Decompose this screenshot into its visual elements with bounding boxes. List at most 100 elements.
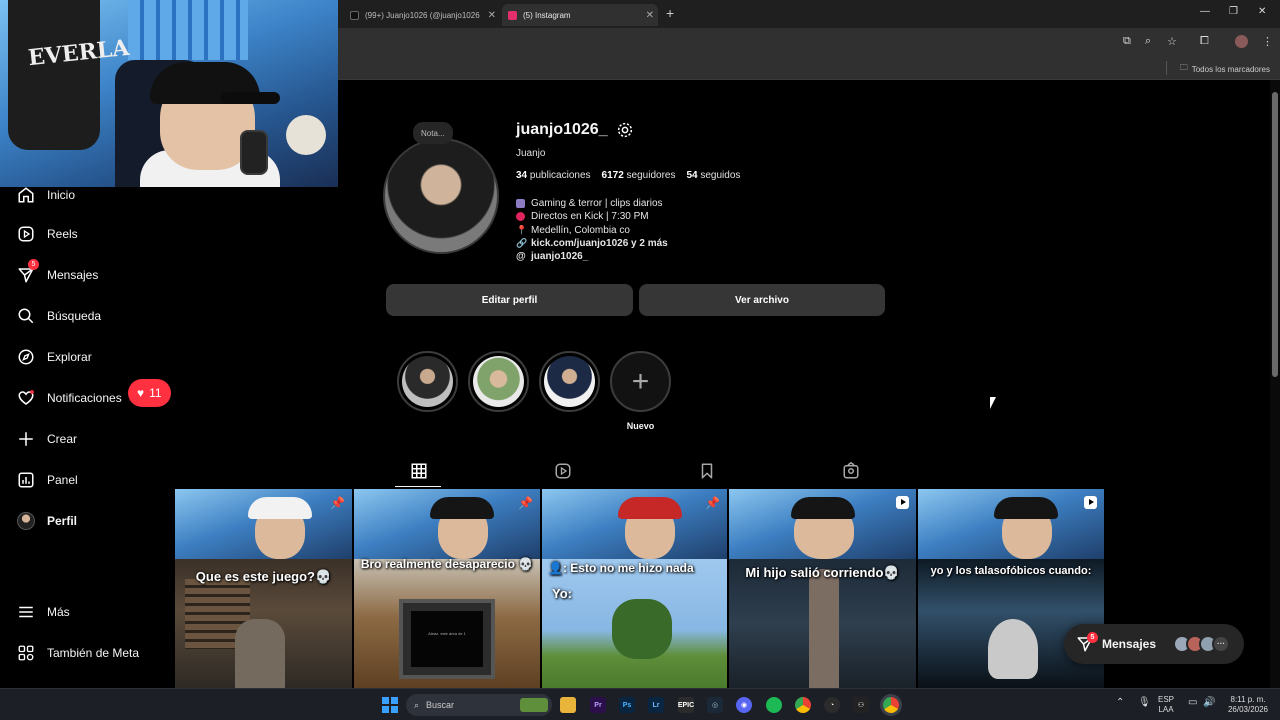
post-tile[interactable]: Que es este juego?💀 📌 — [175, 489, 352, 688]
following-stat[interactable]: 54 seguidos — [686, 170, 740, 181]
post-image — [918, 559, 1104, 688]
language-indicator[interactable]: ESP LAA — [1158, 695, 1174, 715]
restore-icon[interactable]: ❐ — [1229, 6, 1238, 17]
profile-stats: 34 publicaciones 6172 seguidores 54 segu… — [516, 170, 740, 181]
chrome-icon[interactable] — [795, 697, 811, 713]
profile-avatar[interactable] — [383, 138, 499, 254]
tab-instagram[interactable]: (5) Instagram ✕ — [502, 4, 658, 26]
new-tab-button[interactable]: + — [666, 5, 674, 21]
search-icon: ⌕ — [414, 699, 420, 710]
lightroom-icon[interactable]: Lr — [648, 697, 664, 713]
close-tab-icon[interactable]: ✕ — [646, 10, 654, 21]
sidebar-item-busqueda[interactable]: Búsqueda — [17, 307, 101, 325]
reel-icon — [1084, 496, 1097, 509]
story-highlight[interactable] — [539, 351, 600, 412]
post-image — [918, 489, 1104, 559]
tab-saved[interactable] — [698, 462, 718, 482]
tab-posts[interactable] — [410, 462, 430, 482]
file-explorer-icon[interactable] — [560, 697, 576, 713]
tab-tiktok[interactable]: (99+) Juanjo1026 (@juanjo1026 ✕ — [344, 4, 500, 26]
post-tile[interactable]: Aleaz, este área de 1 Bro realmente desa… — [354, 489, 540, 688]
gamepad-icon — [516, 199, 525, 209]
chevron-up-icon[interactable]: ⌃ — [1116, 698, 1124, 708]
omnibox[interactable] — [340, 31, 1110, 53]
zoom-icon[interactable]: ⌕ — [1145, 35, 1151, 48]
plus-icon: + — [631, 364, 650, 398]
install-app-icon[interactable]: ⧉ — [1123, 35, 1131, 48]
cap-brim-image — [220, 92, 280, 104]
figure-image — [235, 619, 285, 688]
photoshop-icon[interactable]: Ps — [619, 697, 635, 713]
heart-icon: ♥ — [137, 386, 145, 400]
minimize-icon[interactable]: — — [1200, 6, 1210, 17]
sidebar-item-meta[interactable]: También de Meta — [17, 644, 139, 662]
spotify-icon[interactable] — [766, 697, 782, 713]
post-image — [354, 489, 540, 559]
note-bubble[interactable]: Nota... — [413, 122, 453, 144]
all-bookmarks-folder[interactable]: 🗀 Todos los marcadores — [1180, 62, 1270, 76]
home-icon — [18, 187, 34, 203]
sidebar-item-crear[interactable]: Crear — [17, 430, 77, 448]
threads-link[interactable]: @ juanjo1026_ — [516, 250, 668, 263]
display-icon[interactable]: ▭ — [1188, 698, 1197, 708]
clock[interactable]: 8:11 p. m. 26/03/2026 — [1224, 695, 1272, 715]
plush-image — [286, 115, 326, 155]
post-tile[interactable]: Mi hijo salió corriendo💀 — [729, 489, 916, 688]
posts-stat: 34 publicaciones — [516, 170, 591, 181]
sidebar-item-perfil[interactable]: Perfil — [17, 512, 77, 530]
microphone-icon[interactable]: 🎙 — [1138, 698, 1151, 708]
followers-stat[interactable]: 6172 seguidores — [602, 170, 676, 181]
app-icon[interactable]: ⚇ — [853, 697, 869, 713]
star-icon[interactable]: ☆ — [1167, 35, 1177, 48]
hamburger-icon — [19, 606, 33, 618]
close-tab-icon[interactable]: ✕ — [488, 10, 496, 21]
divider — [1166, 61, 1167, 75]
sidebar-item-reels[interactable]: Reels — [17, 225, 78, 243]
post-image: Aleaz, este área de 1 — [354, 559, 540, 688]
story-highlight[interactable] — [468, 351, 529, 412]
new-highlight-button[interactable]: + — [610, 351, 671, 412]
sidebar-item-mensajes[interactable]: 5 Mensajes — [17, 259, 99, 284]
pin-icon: 📍 — [516, 224, 528, 235]
sidebar-item-label: Crear — [47, 432, 78, 446]
discord-icon[interactable]: ◉ — [736, 697, 752, 713]
bookmark-icon — [701, 463, 713, 479]
view-archive-button[interactable]: Ver archivo — [639, 284, 885, 316]
scrollbar-thumb[interactable] — [1272, 92, 1278, 377]
tab-tagged[interactable] — [842, 461, 862, 482]
search-highlight-image — [520, 698, 548, 712]
settings-gear-icon[interactable] — [616, 121, 634, 139]
obs-icon[interactable]: ◔ — [824, 697, 840, 713]
steam-icon[interactable]: ◎ — [707, 697, 723, 713]
bio-link[interactable]: 🔗 kick.com/juanjo1026 y 2 más — [516, 237, 668, 250]
sidebar-item-mas[interactable]: Más — [17, 603, 70, 621]
premiere-icon[interactable]: Pr — [590, 697, 606, 713]
windows-start-icon[interactable] — [382, 697, 398, 713]
grid-icon — [411, 463, 427, 479]
sidebar-item-panel[interactable]: Panel — [17, 471, 78, 489]
close-window-icon[interactable]: ✕ — [1258, 6, 1266, 17]
menu-icon[interactable]: ⋮ — [1262, 35, 1273, 48]
sidebar-item-inicio[interactable]: Inicio — [17, 186, 75, 204]
edit-profile-button[interactable]: Editar perfil — [386, 284, 633, 316]
volume-icon[interactable]: 🔊 — [1203, 698, 1215, 708]
tab-reels[interactable] — [554, 462, 574, 482]
sidebar-item-explorar[interactable]: Explorar — [17, 348, 92, 366]
messages-pill[interactable]: 5 Mensajes ··· — [1064, 624, 1244, 664]
grid-apps-icon — [18, 645, 34, 661]
page-scrollbar[interactable] — [1270, 80, 1280, 688]
post-tile[interactable]: 👤: Esto no me hizo nada Yo: 📌 — [542, 489, 727, 688]
taskbar-search[interactable]: ⌕ Buscar — [406, 694, 552, 716]
sidebar-item-label: Mensajes — [47, 268, 99, 282]
story-highlight[interactable] — [397, 351, 458, 412]
windows-taskbar: ⌕ Buscar Pr Ps Lr EPIC ◎ ◉ ◔ ⚇ ⌃ 🎙 ESP LA… — [0, 688, 1280, 720]
post-caption: 👤: Esto no me hizo nada — [548, 561, 694, 575]
epic-games-icon[interactable]: EPIC — [678, 697, 694, 713]
chrome-active-icon[interactable] — [883, 697, 899, 713]
reel-icon — [896, 496, 909, 509]
browser-profile-avatar[interactable] — [1235, 35, 1248, 48]
extensions-icon[interactable]: ⧠ — [1200, 35, 1209, 48]
notifications-count-pill[interactable]: ♥ 11 — [128, 379, 171, 407]
sidebar-item-notificaciones[interactable]: Notificaciones — [17, 389, 122, 407]
post-caption: Mi hijo salió corriendo💀 — [745, 565, 900, 580]
